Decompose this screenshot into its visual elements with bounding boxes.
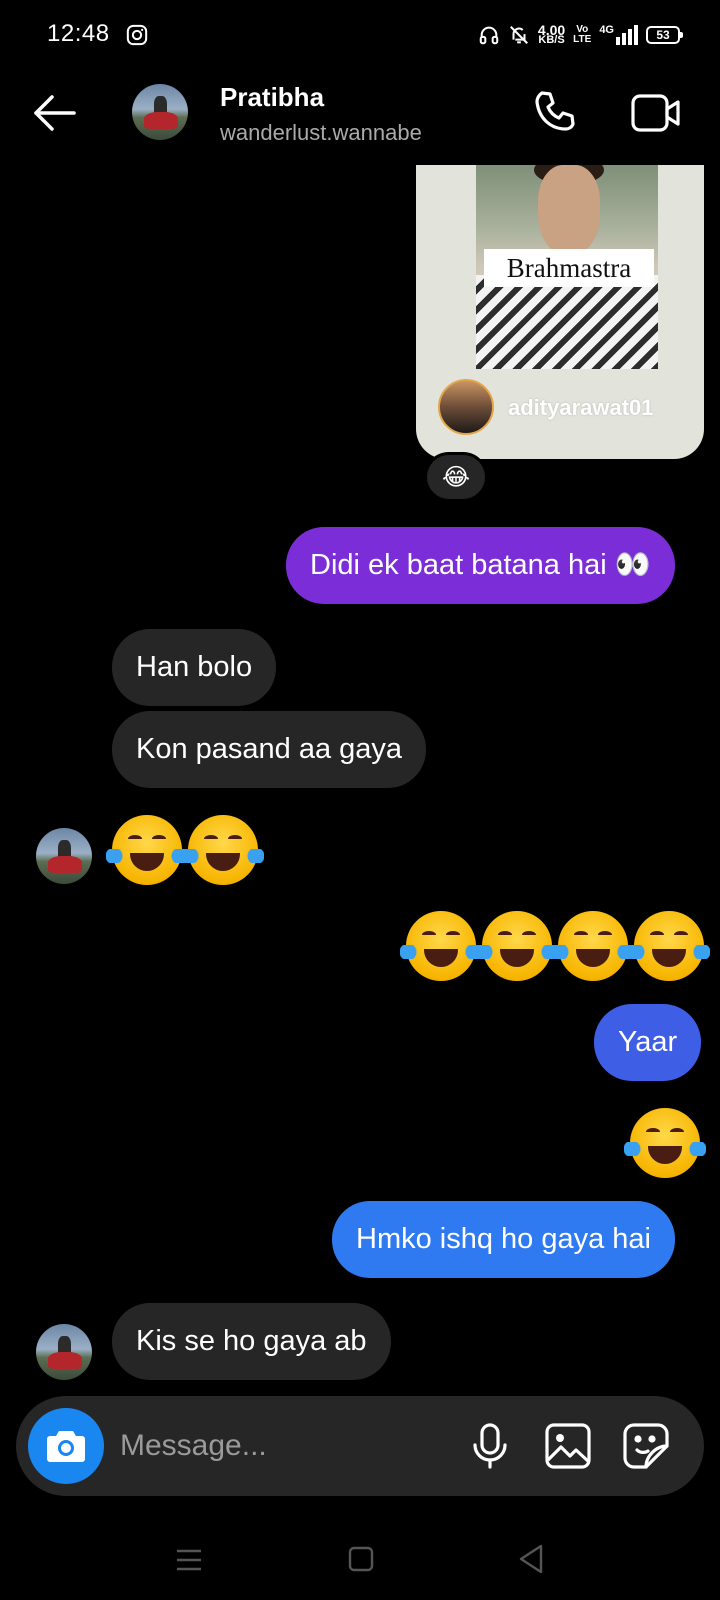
back-arrow-icon[interactable]: [32, 90, 78, 136]
contact-name[interactable]: Pratibha: [220, 82, 324, 113]
post-author-name: adityarawat01: [508, 395, 654, 420]
emoji-message-sent[interactable]: [400, 911, 710, 981]
post-title: Brahmastra: [484, 249, 654, 287]
phone-call-icon[interactable]: [532, 88, 580, 136]
instagram-icon: [126, 24, 148, 46]
laughing-emoji-icon: [400, 911, 482, 981]
status-icons: 4.00 KB/S Vo LTE 4G 53: [478, 20, 683, 50]
laughing-emoji-icon: [476, 911, 558, 981]
message-bubble-received[interactable]: Kon pasand aa gaya: [112, 711, 427, 788]
post-author-avatar: [438, 379, 494, 435]
battery-icon: 53: [646, 26, 683, 44]
laughing-emoji-icon: [106, 815, 188, 885]
message-bubble-sent[interactable]: Didi ek baat batana hai 👀: [286, 527, 675, 604]
contact-username[interactable]: wanderlust.wannabe: [220, 120, 422, 146]
chat-header: Pratibha wanderlust.wannabe: [0, 70, 720, 165]
bell-off-icon: [509, 26, 528, 44]
emoji-message-received[interactable]: [106, 815, 264, 885]
message-bubble-received[interactable]: Kis se ho gaya ab: [112, 1303, 391, 1380]
status-time: 12:48: [47, 20, 110, 47]
emoji-message-sent[interactable]: [624, 1108, 706, 1178]
laughing-emoji-icon: [552, 911, 634, 981]
net-speed: 4.00 KB/S: [537, 22, 566, 46]
headphones-icon: [479, 26, 499, 45]
home-icon[interactable]: [348, 1546, 374, 1572]
laughing-emoji-icon: [624, 1108, 706, 1178]
camera-icon: [47, 1431, 85, 1462]
microphone-icon[interactable]: [464, 1420, 516, 1472]
sticker-icon[interactable]: [620, 1420, 672, 1472]
back-icon[interactable]: [518, 1544, 544, 1574]
volte-indicator: Vo LTE: [573, 24, 592, 45]
message-bubble-sent[interactable]: Hmko ishq ho gaya hai: [332, 1201, 675, 1278]
camera-button[interactable]: [28, 1408, 104, 1484]
laughing-emoji-icon: [628, 911, 710, 981]
post-image: Brahmastra: [476, 165, 658, 369]
signal-icon: 4G: [599, 25, 638, 45]
avatar[interactable]: [132, 84, 188, 140]
system-nav-bar: [0, 1520, 720, 1600]
status-bar: 12:48 4.00 KB/S Vo LTE 4G 53: [0, 0, 720, 70]
avatar[interactable]: [36, 828, 92, 884]
gallery-icon[interactable]: [542, 1420, 594, 1472]
avatar[interactable]: [36, 1324, 92, 1380]
reaction-chip[interactable]: 😂: [424, 452, 488, 502]
menu-icon[interactable]: [176, 1548, 202, 1572]
message-bubble-received[interactable]: Han bolo: [112, 629, 277, 706]
laughing-emoji-icon: [182, 815, 264, 885]
message-composer: [16, 1396, 704, 1496]
message-bubble-sent[interactable]: Yaar: [594, 1004, 702, 1081]
shared-post-card[interactable]: Brahmastra adityarawat01: [416, 165, 704, 459]
video-call-icon[interactable]: [630, 90, 682, 136]
message-input[interactable]: [120, 1424, 440, 1468]
